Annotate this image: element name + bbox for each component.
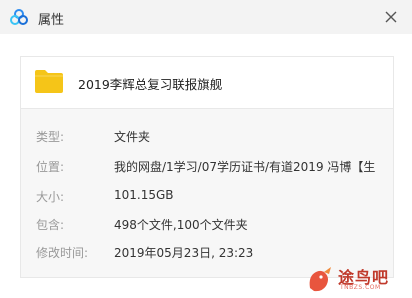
- title-bar: 属性: [0, 0, 412, 34]
- location-value[interactable]: 我的网盘/1学习/07学历证书/有道2019 冯博【生: [114, 158, 375, 175]
- folder-name: 2019李辉总复习联报旗舰: [78, 77, 223, 92]
- contains-value: 498个文件,100个文件夹: [114, 218, 248, 232]
- size-value: 101.15GB: [114, 188, 174, 202]
- type-value: 文件夹: [114, 130, 151, 144]
- window-title: 属性: [38, 13, 65, 28]
- type-label: 类型:: [36, 130, 65, 144]
- location-label: 位置:: [36, 160, 65, 174]
- folder-icon: [35, 70, 63, 93]
- baidu-netdisk-cloud-icon: [10, 9, 28, 25]
- close-button[interactable]: [380, 6, 402, 28]
- modified-time-label: 修改时间:: [36, 246, 89, 260]
- size-label: 大小:: [36, 190, 65, 204]
- modified-time-value: 2019年05月23日, 23:23: [114, 246, 254, 260]
- watermark-subtext: TNBZS.COM: [340, 284, 381, 291]
- close-icon: [385, 11, 397, 23]
- contains-label: 包含:: [36, 218, 65, 232]
